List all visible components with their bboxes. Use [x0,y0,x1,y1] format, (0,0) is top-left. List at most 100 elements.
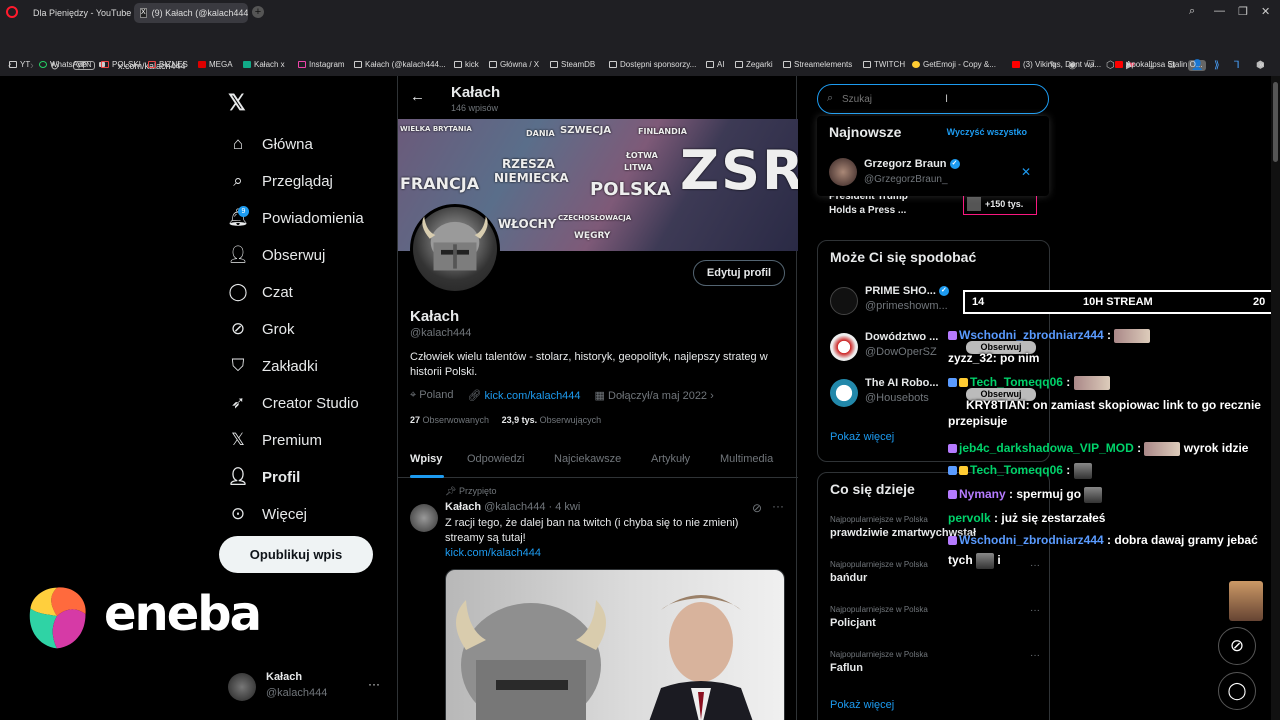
tweet-photo-icon [456,595,753,720]
sidebar-item-explore[interactable]: ⌕ Przeglądaj [228,167,333,195]
grok-icon: ⊘ [230,319,246,338]
bookmark-item[interactable]: SteamDB [550,60,595,69]
profile-handle: @kalach444 [410,327,472,339]
bookmark-item[interactable]: kick [454,60,479,69]
opera-logo-icon[interactable] [6,6,18,18]
tab-posts[interactable]: Wpisy [410,453,442,465]
avatar[interactable] [410,504,438,532]
tab-articles[interactable]: Artykuły [651,453,690,465]
sidebar-item-grok[interactable]: ⊘ Grok [228,315,295,343]
more-icon[interactable]: ··· [1030,650,1040,661]
scrollbar[interactable] [1271,76,1280,720]
rocket-icon: ➶ [230,393,246,412]
joined-date[interactable]: ▦ Dołączył/a maj 2022 › [595,389,714,402]
sidebar-item-notifications[interactable]: 🔔︎ 9 Powiadomienia [227,204,364,232]
location: ⌖ Poland [410,389,454,401]
banner-label: DANIA [526,129,555,138]
new-tab-icon[interactable]: + [252,6,264,18]
bookmark-item[interactable]: BIZNES [148,60,188,69]
bookmark-item[interactable]: Instagram [298,60,345,69]
minimize-icon[interactable]: — [1214,5,1225,17]
bookmark-item[interactable]: Główna / X [489,60,539,69]
sidebar-item-chat[interactable]: ◯ Czat [228,278,292,306]
messages-float-icon[interactable]: ◯ [1218,672,1256,710]
close-icon[interactable]: ✕ [1021,165,1031,179]
followers-link[interactable]: 23,9 tys. Obserwujących [502,415,602,425]
trend-item[interactable]: Najpopularniejsze w Polska Policjant ··· [830,605,1040,629]
recent-name[interactable]: Grzegorz Braun ✓ [864,158,960,170]
chat-badge-icon [959,378,968,388]
bookmark-item[interactable]: Apokalipsa Stalin O... [1115,60,1202,69]
account-switcher[interactable]: Kałach @kalach444 ··· [228,669,388,709]
bookmark-item[interactable]: WhatsApp [39,60,87,69]
search-box[interactable]: ⌕ I [817,84,1049,114]
more-icon[interactable]: ··· [1030,605,1040,616]
bookmark-item[interactable]: Zegarki [735,60,773,69]
pinned-label: 📌︎ Przypięto [445,486,497,496]
more-icon[interactable]: ··· [368,677,380,691]
sidebar-item-bookmarks[interactable]: ⛉ Zakładki [228,352,318,380]
calendar-icon: ▦ [594,390,608,402]
post-button[interactable]: Opublikuj wpis [219,536,373,573]
bookmark-item[interactable]: AI [706,60,725,69]
tab-replies[interactable]: Odpowiedzi [467,453,524,465]
trend-item[interactable]: Najpopularniejsze w Polska bańdur ··· [830,560,1040,584]
sidebar-item-premium[interactable]: 𝕏 Premium [228,426,322,454]
bookmark-item[interactable]: Kałach x [243,60,285,69]
profile-avatar[interactable] [410,204,500,294]
sidebar-item-profile[interactable]: 👤︎ Profil [227,463,300,491]
clear-all-button[interactable]: Wyczyść wszystko [947,127,1027,137]
tab-x-profile[interactable]: X (9) Kałach (@kalach444) / [134,3,248,23]
bookmark-item[interactable]: Streamelements [783,60,852,69]
tab-media[interactable]: Multimedia [720,453,773,465]
chevron-right-icon: › [707,390,714,402]
tweet-image[interactable] [445,569,785,720]
sidebar-item-follow[interactable]: 👤︎ Obserwuj [227,241,325,269]
edit-profile-button[interactable]: Edytuj profil [693,260,785,286]
more-icon[interactable]: ··· [772,499,784,513]
search-tabs-icon[interactable]: ⌕ [1189,5,1195,18]
sidebar-item-more[interactable]: ⊙ Więcej [228,500,307,528]
show-more-link[interactable]: Pokaż więcej [830,699,894,711]
x-logo-icon[interactable]: 𝕏 [228,90,246,116]
person-icon: 👤︎ [227,467,249,486]
trend-item[interactable]: Najpopularniejsze w Polska Faflun ··· [830,650,1040,674]
bookmark-item[interactable]: YT [9,60,30,69]
grok-icon[interactable]: ⊘ [752,501,762,515]
following-link[interactable]: 27 Obserwowanych [410,415,489,425]
back-arrow-icon[interactable]: ← [410,88,425,105]
sidebar-item-home[interactable]: ⌂ Główna [228,130,313,158]
chat-badge-icon [948,378,957,388]
show-more-link[interactable]: Pokaż więcej [830,431,894,443]
chat-badge-icon [948,331,957,341]
bookmark-item[interactable]: Dostępni sponsorzy... [609,60,696,69]
bookmark-item[interactable]: Kałach (@kalach444... [354,60,446,69]
profile-link[interactable]: 🔗︎ kick.com/kalach444 [468,389,581,402]
tweet-author[interactable]: Kałach [445,501,481,513]
bookmark-item[interactable]: MEGA [198,60,233,69]
emote-icon [976,552,995,569]
close-window-icon[interactable]: ✕ [1261,5,1270,18]
folder-icon [454,61,462,68]
search-input[interactable] [842,92,1022,107]
bookmark-item[interactable]: POLSKI [101,60,141,69]
bookmark-item[interactable]: TWITCH [863,60,905,69]
grok-float-icon[interactable]: ⊘ [1218,627,1256,665]
banner-label: RZESZA [502,157,555,171]
tab-youtube[interactable]: Dla Pieniędzy - YouTube [22,3,132,23]
bookmark-item[interactable]: GetEmoji - Copy &... [912,60,996,69]
bookmark-item[interactable]: (3) Vikings, Dont wa... [1012,60,1101,69]
tab-highlights[interactable]: Najciekawsze [554,453,621,465]
tab-label: (9) Kałach (@kalach444) / [151,8,248,18]
gmail-icon [101,61,109,68]
tweet-link[interactable]: kick.com/kalach444 [445,547,541,559]
banner-label: CZECHOSŁOWACJA [558,214,632,222]
verified-icon: ✓ [949,159,960,170]
sidebar-item-creator-studio[interactable]: ➶ Creator Studio [228,389,359,417]
maximize-icon[interactable]: ❐ [1238,5,1248,18]
bookmarks-more-icon[interactable]: » [1259,60,1263,69]
youtube-icon [1115,61,1123,68]
scrollbar-thumb[interactable] [1273,82,1278,162]
avatar[interactable] [829,158,857,186]
more-icon[interactable]: ··· [1030,560,1040,571]
